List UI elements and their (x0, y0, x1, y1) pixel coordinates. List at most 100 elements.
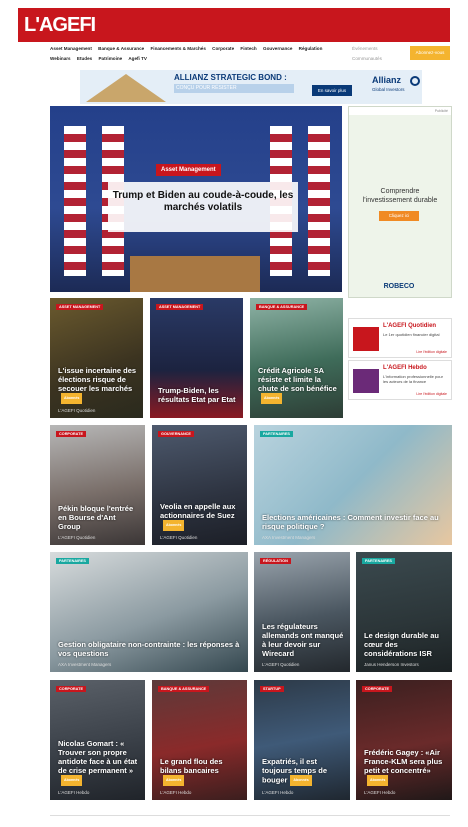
article-tag[interactable]: Banque & Assurance (256, 304, 308, 310)
article-tag[interactable]: Asset Management (56, 304, 104, 310)
subscriber-badge: Abonnés (163, 520, 185, 531)
banner-subtitle: CONÇU POUR RÉSISTER (174, 84, 294, 93)
article-card[interactable]: Partenaires Elections américaines : Comm… (254, 425, 452, 545)
nav-link-evenements[interactable]: Événements (352, 44, 404, 54)
article-title[interactable]: Crédit Agricole SA résiste et limite la … (258, 366, 337, 404)
ad-cta-button[interactable]: Cliquez ici (379, 211, 419, 221)
nav-item-corporate[interactable]: Corporate (212, 46, 234, 51)
nav-item-regulation[interactable]: Régulation (299, 46, 323, 51)
nav-item-gouvernance[interactable]: Gouvernance (263, 46, 292, 51)
article-source: AXA Investment Managers (262, 535, 316, 540)
article-card[interactable]: Corporate Pékin bloque l'entrée en Bours… (50, 425, 145, 545)
article-card[interactable]: Banque & Assurance Le grand flou des bil… (152, 680, 247, 800)
article-tag[interactable]: Corporate (56, 431, 86, 437)
promo-hebdo[interactable]: L'AGEFI Hebdo L'information professionne… (348, 360, 452, 400)
allianz-logo-icon (410, 76, 420, 86)
article-source: L'AGEFI Quotidien (160, 535, 198, 540)
ad-label: Publicité (349, 107, 451, 115)
page: L'AGEFI Asset Management Banque & Assura… (0, 0, 468, 827)
article-source: L'AGEFI Quotidien (262, 662, 300, 667)
subscriber-badge: Abonnés (290, 775, 312, 786)
promo-text: Le 1er quotidien financier digital (383, 332, 440, 337)
flag-graphic (64, 126, 86, 276)
banner-brand: Allianz (372, 75, 402, 85)
article-title[interactable]: Pékin bloque l'entrée en Bourse d'Ant Gr… (58, 504, 139, 531)
promo-title: L'AGEFI Quotidien (383, 323, 437, 329)
main-nav: Asset Management Banque & Assurance Fina… (50, 44, 350, 64)
sidebar-ad[interactable]: Publicité Comprendre l'investissement du… (348, 106, 452, 298)
promo-link[interactable]: Lire l'édition digitale (416, 350, 447, 354)
nav-item-agefi-tv[interactable]: Agefi TV (128, 56, 147, 61)
article-tag[interactable]: Partenaires (56, 558, 89, 564)
nav-item-asset-management[interactable]: Asset Management (50, 46, 92, 51)
article-title[interactable]: Veolia en appelle aux actionnaires de Su… (160, 502, 241, 531)
article-source: L'AGEFI Hebdo (58, 790, 90, 795)
article-card[interactable]: Startup Expatriés, il est toujours temps… (254, 680, 350, 800)
subscriber-badge: Abonnés (367, 775, 389, 786)
subscriber-badge: Abonnés (61, 775, 83, 786)
article-tag[interactable]: Régulation (260, 558, 291, 564)
article-tag[interactable]: Partenaires (362, 558, 395, 564)
article-title[interactable]: Elections américaines : Comment investir… (262, 513, 446, 531)
article-tag[interactable]: Gouvernance (158, 431, 194, 437)
article-source: L'AGEFI Hebdo (160, 790, 192, 795)
article-tag[interactable]: Corporate (56, 686, 86, 692)
podium-graphic (130, 256, 260, 292)
secondary-nav: Événements Communautés (352, 44, 404, 64)
ad-brand: ROBECO (383, 283, 415, 290)
nav-item-financements[interactable]: Financements & Marchés (150, 46, 205, 51)
promo-title: L'AGEFI Hebdo (383, 365, 427, 371)
footer-divider (50, 815, 450, 816)
subscribe-button[interactable]: Abonnez-vous (410, 46, 450, 60)
article-card[interactable]: Régulation Les régulateurs allemands ont… (254, 552, 350, 672)
ad-banner[interactable]: ALLIANZ STRATEGIC BOND : CONÇU POUR RÉSI… (80, 70, 422, 104)
article-source: L'AGEFI Quotidien (58, 535, 96, 540)
subscriber-badge: Abonnés (261, 393, 283, 404)
article-title[interactable]: Frédéric Gagey : «Air France-KLM sera pl… (364, 748, 446, 786)
article-card[interactable]: Gouvernance Veolia en appelle aux action… (152, 425, 247, 545)
promo-quotidien[interactable]: L'AGEFI Quotidien Le 1er quotidien finan… (348, 318, 452, 358)
article-source: Janus Henderson Investors (364, 662, 419, 667)
article-card[interactable]: Asset Management Trump-Biden, les résult… (150, 298, 243, 418)
article-card[interactable]: Partenaires Le design durable au cœur de… (356, 552, 452, 672)
nav-item-etudes[interactable]: Etudes (77, 56, 92, 61)
hero-title[interactable]: Trump et Biden au coude-à-coude, les mar… (112, 190, 294, 214)
subscriber-badge: Abonnés (163, 775, 185, 786)
laptop-icon (353, 327, 379, 351)
banner-title: ALLIANZ STRATEGIC BOND : (174, 73, 287, 82)
header-bar: L'AGEFI (18, 8, 450, 42)
article-card[interactable]: Partenaires Gestion obligataire non-cont… (50, 552, 248, 672)
article-tag[interactable]: Corporate (362, 686, 392, 692)
nav-item-webinars[interactable]: Webinars (50, 56, 71, 61)
pyramid-graphic (86, 74, 166, 102)
article-title[interactable]: Gestion obligataire non-contrainte : les… (58, 640, 242, 658)
promo-text: L'information professionnelle pour les a… (383, 374, 443, 384)
article-title[interactable]: Les régulateurs allemands ont manqué à l… (262, 622, 344, 658)
banner-cta-button[interactable]: En savoir plus (312, 85, 352, 96)
article-title[interactable]: Expatriés, il est toujours temps de boug… (262, 757, 344, 786)
article-tag[interactable]: Banque & Assurance (158, 686, 210, 692)
article-title[interactable]: Nicolas Gomart : « Trouver son propre an… (58, 739, 139, 786)
article-title[interactable]: Le design durable au cœur des considérat… (364, 631, 446, 658)
article-tag[interactable]: Asset Management (156, 304, 204, 310)
hero-article[interactable]: Asset Management Trump et Biden au coude… (50, 106, 342, 292)
article-card[interactable]: Asset Management L'issue incertaine des … (50, 298, 143, 418)
site-logo[interactable]: L'AGEFI (24, 14, 96, 37)
article-title[interactable]: Le grand flou des bilans bancairesAbonné… (160, 757, 241, 786)
nav-item-fintech[interactable]: Fintech (240, 46, 256, 51)
article-card[interactable]: Corporate Frédéric Gagey : «Air France-K… (356, 680, 452, 800)
article-source: L'AGEFI Quotidien (58, 408, 96, 413)
article-tag[interactable]: Startup (260, 686, 284, 692)
hero-category-tag[interactable]: Asset Management (156, 164, 221, 176)
nav-item-patrimoine[interactable]: Patrimoine (98, 56, 122, 61)
article-title[interactable]: L'issue incertaine des élections risque … (58, 366, 137, 404)
article-card[interactable]: Banque & Assurance Crédit Agricole SA ré… (250, 298, 343, 418)
subscriber-badge: Abonnés (61, 393, 83, 404)
article-tag[interactable]: Partenaires (260, 431, 293, 437)
promo-link[interactable]: Lire l'édition digitale (416, 392, 447, 396)
article-title[interactable]: Trump-Biden, les résultats Etat par Etat (158, 386, 237, 404)
article-card[interactable]: Corporate Nicolas Gomart : « Trouver son… (50, 680, 145, 800)
nav-link-communautes[interactable]: Communautés (352, 54, 404, 64)
banner-brand-sub: Global Investors (372, 87, 405, 92)
nav-item-banque[interactable]: Banque & Assurance (98, 46, 144, 51)
